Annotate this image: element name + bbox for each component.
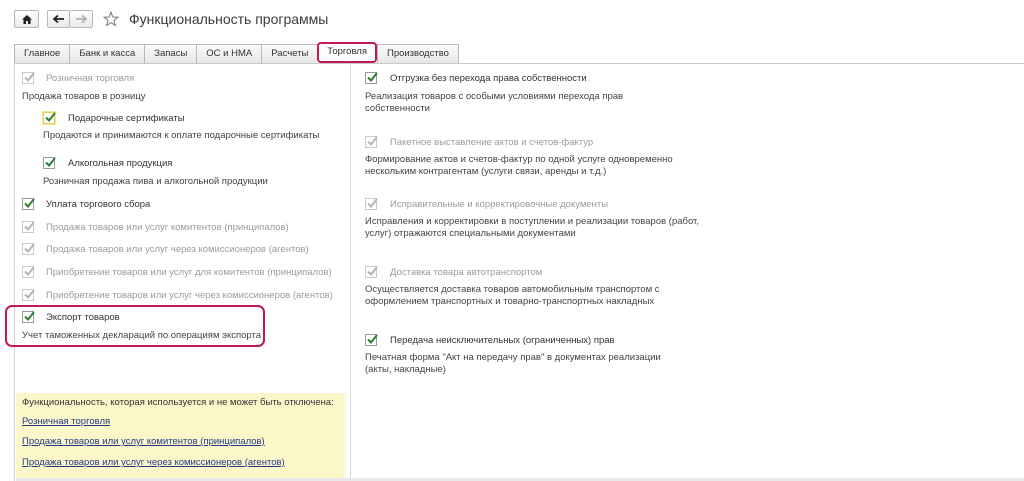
- toolbar: Функциональность программы: [14, 10, 328, 28]
- star-icon: [103, 11, 119, 27]
- export-checkbox[interactable]: [22, 311, 35, 323]
- trade-fee-checkbox[interactable]: [22, 198, 35, 210]
- page-title: Функциональность программы: [129, 11, 329, 27]
- checkmark-icon: [24, 311, 35, 321]
- gift-certificates-desc: Продаются и принимаются к оплате подароч…: [43, 130, 320, 141]
- commit-purchase-checkbox[interactable]: [22, 266, 35, 278]
- history-nav: [47, 10, 93, 28]
- link-retail[interactable]: Розничная торговля: [22, 416, 110, 427]
- no-ownership-label: Отгрузка без перехода права собственност…: [390, 73, 587, 84]
- checkmark-icon: [45, 157, 56, 167]
- alcohol-checkbox[interactable]: [43, 157, 56, 169]
- retail-checkbox[interactable]: [22, 72, 35, 84]
- retail-label: Розничная торговля: [46, 73, 135, 84]
- trade-fee-label: Уплата торгового сбора: [46, 199, 151, 210]
- delivery-checkbox[interactable]: [365, 266, 378, 278]
- no-ownership-desc: Реализация товаров с особыми условиями п…: [365, 91, 624, 114]
- checkmark-icon: [367, 72, 378, 82]
- export-desc: Учет таможенных деклараций по операциям …: [22, 330, 262, 341]
- tab-settlements[interactable]: Расчеты: [261, 44, 318, 63]
- favorite-button[interactable]: [103, 11, 119, 27]
- tab-fixed-assets[interactable]: ОС и НМА: [196, 44, 262, 63]
- checkmark-icon: [24, 243, 35, 253]
- retail-desc: Продажа товаров в розницу: [22, 91, 146, 102]
- batch-acts-desc: Формирование актов и счетов-фактур по од…: [365, 154, 673, 177]
- alcohol-desc: Розничная продажа пива и алкогольной про…: [43, 176, 268, 187]
- forward-button[interactable]: [70, 10, 93, 28]
- tab-main[interactable]: Главное: [14, 44, 70, 63]
- forward-arrow-icon: [75, 14, 87, 24]
- checkmark-icon: [24, 221, 35, 231]
- delivery-desc: Осуществляется доставка товаров автомоби…: [365, 284, 660, 307]
- commit-sales-label: Продажа товаров или услуг комитентов (пр…: [46, 222, 289, 233]
- tab-production[interactable]: Производство: [376, 44, 459, 63]
- checkmark-icon: [367, 136, 378, 146]
- link-commit-sales[interactable]: Продажа товаров или услуг комитентов (пр…: [22, 436, 265, 447]
- gift-certificates-checkbox[interactable]: [43, 112, 56, 124]
- always-on-features-panel: Функциональность, которая используется и…: [16, 393, 345, 481]
- corrections-desc: Исправления и корректировки в поступлени…: [365, 216, 699, 239]
- back-button[interactable]: [47, 10, 70, 28]
- no-ownership-checkbox[interactable]: [365, 72, 378, 84]
- agent-purchase-label: Приобретение товаров или услуг через ком…: [46, 290, 333, 301]
- agent-purchase-checkbox[interactable]: [22, 289, 35, 301]
- checkmark-icon: [24, 72, 35, 82]
- checkmark-icon: [45, 112, 56, 122]
- home-icon: [21, 14, 32, 24]
- checkmark-icon: [367, 266, 378, 276]
- home-button[interactable]: [14, 10, 39, 28]
- tab-trade[interactable]: Торговля: [317, 42, 377, 63]
- always-on-caption: Функциональность, которая используется и…: [22, 397, 334, 408]
- rights-transfer-label: Передача неисключительных (ограниченных)…: [390, 335, 615, 346]
- checkmark-icon: [24, 289, 35, 299]
- rights-transfer-checkbox[interactable]: [365, 334, 378, 346]
- column-divider: [350, 63, 351, 481]
- commit-purchase-label: Приобретение товаров или услуг для комит…: [46, 267, 332, 278]
- agent-sales-label: Продажа товаров или услуг через комиссио…: [46, 244, 309, 255]
- rights-transfer-desc: Печатная форма "Акт на передачу прав" в …: [365, 352, 661, 375]
- tab-bank-cash[interactable]: Банк и касса: [69, 44, 145, 63]
- batch-acts-checkbox[interactable]: [365, 136, 378, 148]
- commit-sales-checkbox[interactable]: [22, 221, 35, 233]
- section-tabs: Главное Банк и касса Запасы ОС и НМА Рас…: [14, 42, 459, 63]
- corrections-label: Исправительные и корректировочные докуме…: [390, 199, 609, 210]
- checkmark-icon: [24, 266, 35, 276]
- gift-certificates-label: Подарочные сертификаты: [68, 113, 185, 124]
- delivery-label: Доставка товара автотранспортом: [390, 267, 543, 278]
- link-agent-sales[interactable]: Продажа товаров или услуг через комиссио…: [22, 457, 285, 468]
- tab-inventory[interactable]: Запасы: [144, 44, 197, 63]
- back-arrow-icon: [52, 14, 64, 24]
- checkmark-icon: [367, 334, 378, 344]
- corrections-checkbox[interactable]: [365, 198, 378, 210]
- checkmark-icon: [24, 198, 35, 208]
- batch-acts-label: Пакетное выставление актов и счетов-факт…: [390, 137, 594, 148]
- checkmark-icon: [367, 198, 378, 208]
- alcohol-label: Алкогольная продукция: [68, 158, 173, 169]
- export-label: Экспорт товаров: [46, 312, 120, 323]
- agent-sales-checkbox[interactable]: [22, 243, 35, 255]
